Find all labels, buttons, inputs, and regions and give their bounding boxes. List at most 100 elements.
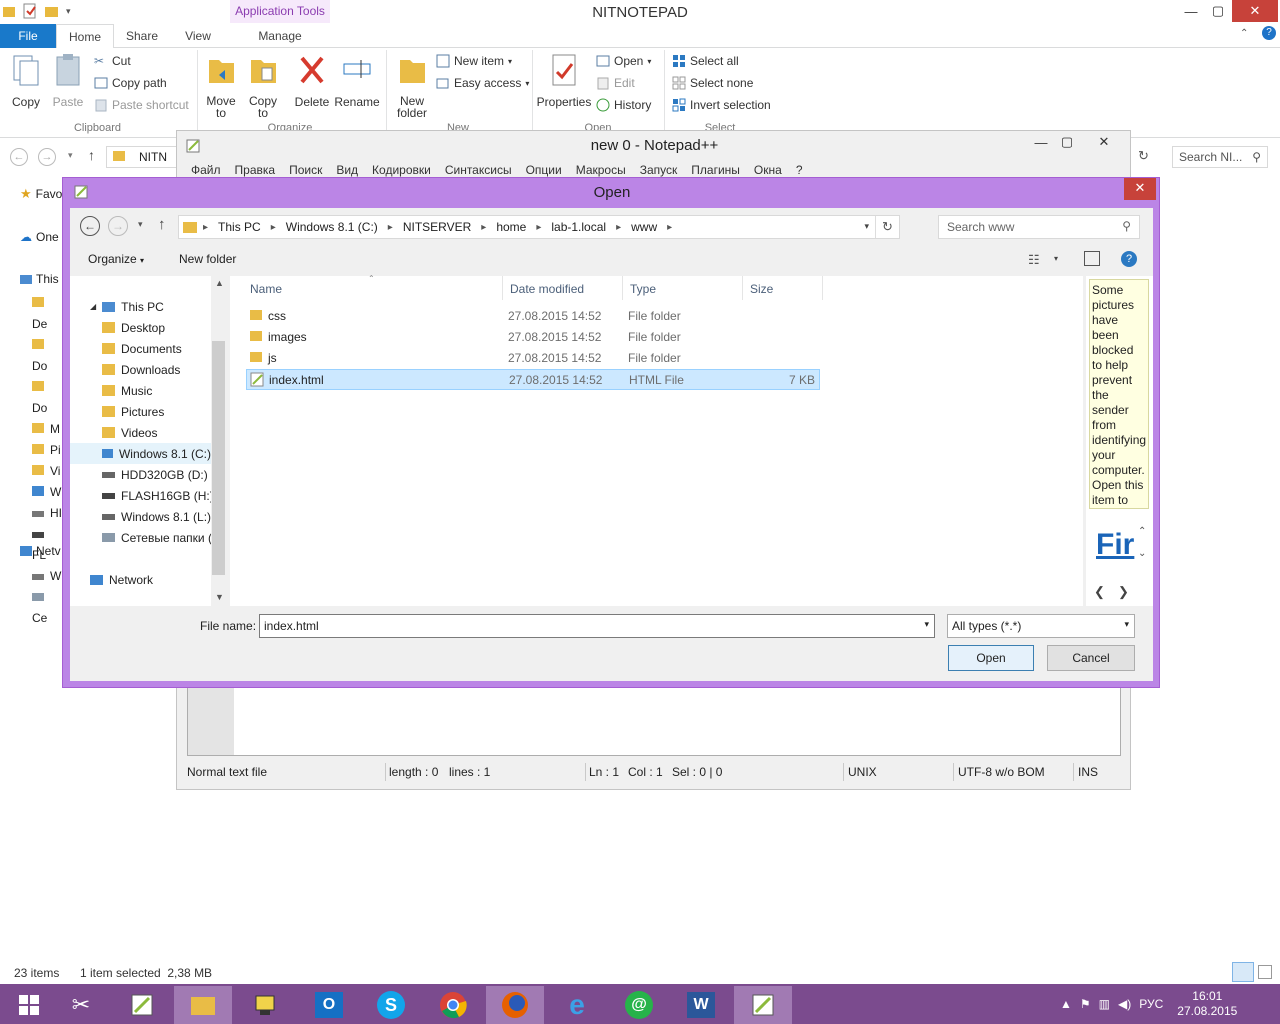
back-icon[interactable]: ← [10, 148, 28, 166]
menu-plugins[interactable]: Плагины [691, 163, 740, 177]
taskbar-outlook[interactable]: O [300, 986, 358, 1024]
help-icon[interactable]: ? [1121, 251, 1137, 267]
taskbar-word[interactable]: W [672, 986, 730, 1024]
organize-button[interactable]: Organize ▾ [88, 252, 144, 266]
address-dropdown-icon[interactable]: ▾ [864, 221, 869, 232]
ribbon-collapse-icon[interactable]: ⌃ [1240, 28, 1248, 39]
nav-item[interactable]: M [32, 419, 62, 440]
this-pc-item[interactable]: This [20, 272, 59, 286]
rename-button[interactable]: Rename [334, 52, 380, 109]
menu-encoding[interactable]: Кодировки [372, 163, 431, 177]
chevron-right-icon[interactable]: ▸ [616, 222, 621, 233]
menu-help[interactable]: ? [796, 163, 803, 177]
menu-windows[interactable]: Окна [754, 163, 782, 177]
explorer-search-input[interactable]: Search NI... ⚲ [1172, 146, 1268, 168]
menu-run[interactable]: Запуск [640, 163, 678, 177]
recent-locations-icon[interactable]: ▾ [68, 150, 73, 161]
menu-macros[interactable]: Макросы [576, 163, 626, 177]
chevron-down-icon[interactable]: ▾ [1054, 254, 1058, 263]
chevron-right-icon[interactable]: ▸ [481, 222, 486, 233]
preview-pane-icon[interactable] [1084, 251, 1100, 266]
menu-edit[interactable]: Правка [235, 163, 276, 177]
nav-item[interactable]: HI [32, 503, 62, 524]
select-all-button[interactable]: Select all [672, 54, 739, 68]
new-item-button[interactable]: New item ▾ [436, 54, 512, 68]
tree-item-videos[interactable]: Videos [102, 422, 157, 443]
column-date-modified[interactable]: Date modified [510, 282, 584, 296]
new-folder-button[interactable]: New folder [392, 52, 432, 119]
file-type-select[interactable]: All types (*.*) ▾ [947, 614, 1135, 638]
taskbar-notepadpp-active[interactable] [734, 986, 792, 1024]
refresh-icon[interactable]: ↻ [875, 216, 899, 238]
breadcrumb-www[interactable]: www [631, 220, 657, 234]
open-button[interactable]: Open ▾ [596, 54, 651, 68]
file-row[interactable]: images 27.08.2015 14:52 File folder [246, 327, 820, 348]
chevron-left-icon[interactable]: ❮ [1094, 584, 1105, 600]
tab-file[interactable]: File [0, 24, 56, 48]
volume-icon[interactable]: ◀) [1118, 997, 1131, 1011]
tree-item-drive-c[interactable]: Windows 8.1 (C:) [70, 443, 211, 464]
taskbar-notepadpp-pinned[interactable] [113, 986, 171, 1024]
tab-view[interactable]: View [174, 24, 222, 48]
tab-share[interactable]: Share [118, 24, 166, 48]
select-none-button[interactable]: Select none [672, 76, 753, 90]
menu-syntax[interactable]: Синтаксисы [445, 163, 512, 177]
delete-button[interactable]: Delete [292, 52, 332, 109]
open-button[interactable]: Open [948, 645, 1034, 671]
menu-options[interactable]: Опции [526, 163, 562, 177]
chevron-down-icon[interactable]: ▾ [924, 619, 929, 630]
clock[interactable]: 16:01 27.08.2015 [1177, 989, 1237, 1019]
breadcrumb-lab[interactable]: lab-1.local [551, 220, 606, 234]
taskbar-internet-explorer[interactable]: e [548, 986, 606, 1024]
breadcrumb-this-pc[interactable]: This PC [218, 220, 261, 234]
tree-scrollbar[interactable]: ▲ ▼ [211, 276, 227, 606]
taskbar-snipping-tool[interactable]: ✂ [52, 986, 110, 1024]
scroll-down-icon[interactable]: ▼ [215, 592, 224, 602]
new-folder-button[interactable]: New folder [179, 252, 236, 266]
help-icon[interactable]: ? [1262, 26, 1276, 40]
taskbar-firefox[interactable] [486, 986, 544, 1024]
breadcrumb-home[interactable]: home [496, 220, 526, 234]
close-icon[interactable]: ✕ [1124, 178, 1156, 200]
file-name-input[interactable]: index.html ▾ [259, 614, 935, 638]
taskbar-network-app[interactable] [236, 986, 294, 1024]
breadcrumb-nitserver[interactable]: NITSERVER [403, 220, 471, 234]
tree-item-music[interactable]: Music [102, 380, 152, 401]
column-divider[interactable] [822, 276, 823, 300]
tree-item-downloads[interactable]: Downloads [102, 359, 180, 380]
minimize-icon[interactable]: — [1180, 0, 1202, 22]
scroll-up-icon[interactable]: ▲ [215, 278, 224, 288]
nav-item[interactable]: W [32, 482, 62, 503]
tree-item-drive-l[interactable]: Windows 8.1 (L:) [102, 506, 211, 527]
forward-icon[interactable]: → [38, 148, 56, 166]
column-divider[interactable] [622, 276, 623, 300]
taskbar-mail-agent[interactable]: @ [610, 986, 668, 1024]
details-view-icon[interactable] [1232, 962, 1254, 982]
onedrive-item[interactable]: ☁ One [20, 230, 59, 244]
tab-manage[interactable]: Manage [240, 24, 320, 48]
column-type[interactable]: Type [630, 282, 656, 296]
menu-view[interactable]: Вид [336, 163, 358, 177]
tree-item-drive-d[interactable]: HDD320GB (D:) [102, 464, 208, 485]
up-icon[interactable]: ↑ [88, 147, 95, 163]
back-icon[interactable]: ← [80, 216, 100, 236]
minimize-icon[interactable]: — [1029, 131, 1053, 153]
large-icons-view-icon[interactable] [1258, 965, 1272, 979]
file-row[interactable]: js 27.08.2015 14:52 File folder [246, 348, 820, 369]
network-status-icon[interactable]: ▥ [1099, 997, 1110, 1011]
breadcrumb-drive-c[interactable]: Windows 8.1 (C:) [286, 220, 378, 234]
nav-item[interactable]: Do [32, 377, 62, 419]
blocked-pictures-notice[interactable]: Some pictures have been blocked to help … [1089, 279, 1149, 509]
chevron-right-icon[interactable]: ▸ [667, 222, 672, 233]
column-divider[interactable] [502, 276, 503, 300]
copy-to-button[interactable]: Copy to [244, 52, 282, 119]
edit-button[interactable]: Edit [596, 76, 635, 90]
chevron-right-icon[interactable]: ❯ [1118, 584, 1129, 600]
easy-access-button[interactable]: Easy access ▾ [436, 76, 529, 90]
dialog-search-input[interactable]: Search www ⚲ [938, 215, 1140, 239]
nav-item[interactable]: Ce [32, 587, 62, 629]
close-icon[interactable]: ✕ [1232, 0, 1278, 22]
properties-button[interactable]: Properties [536, 52, 592, 109]
tree-item-this-pc[interactable]: ◢ This PC [90, 296, 164, 317]
maximize-icon[interactable]: ▢ [1055, 131, 1079, 153]
